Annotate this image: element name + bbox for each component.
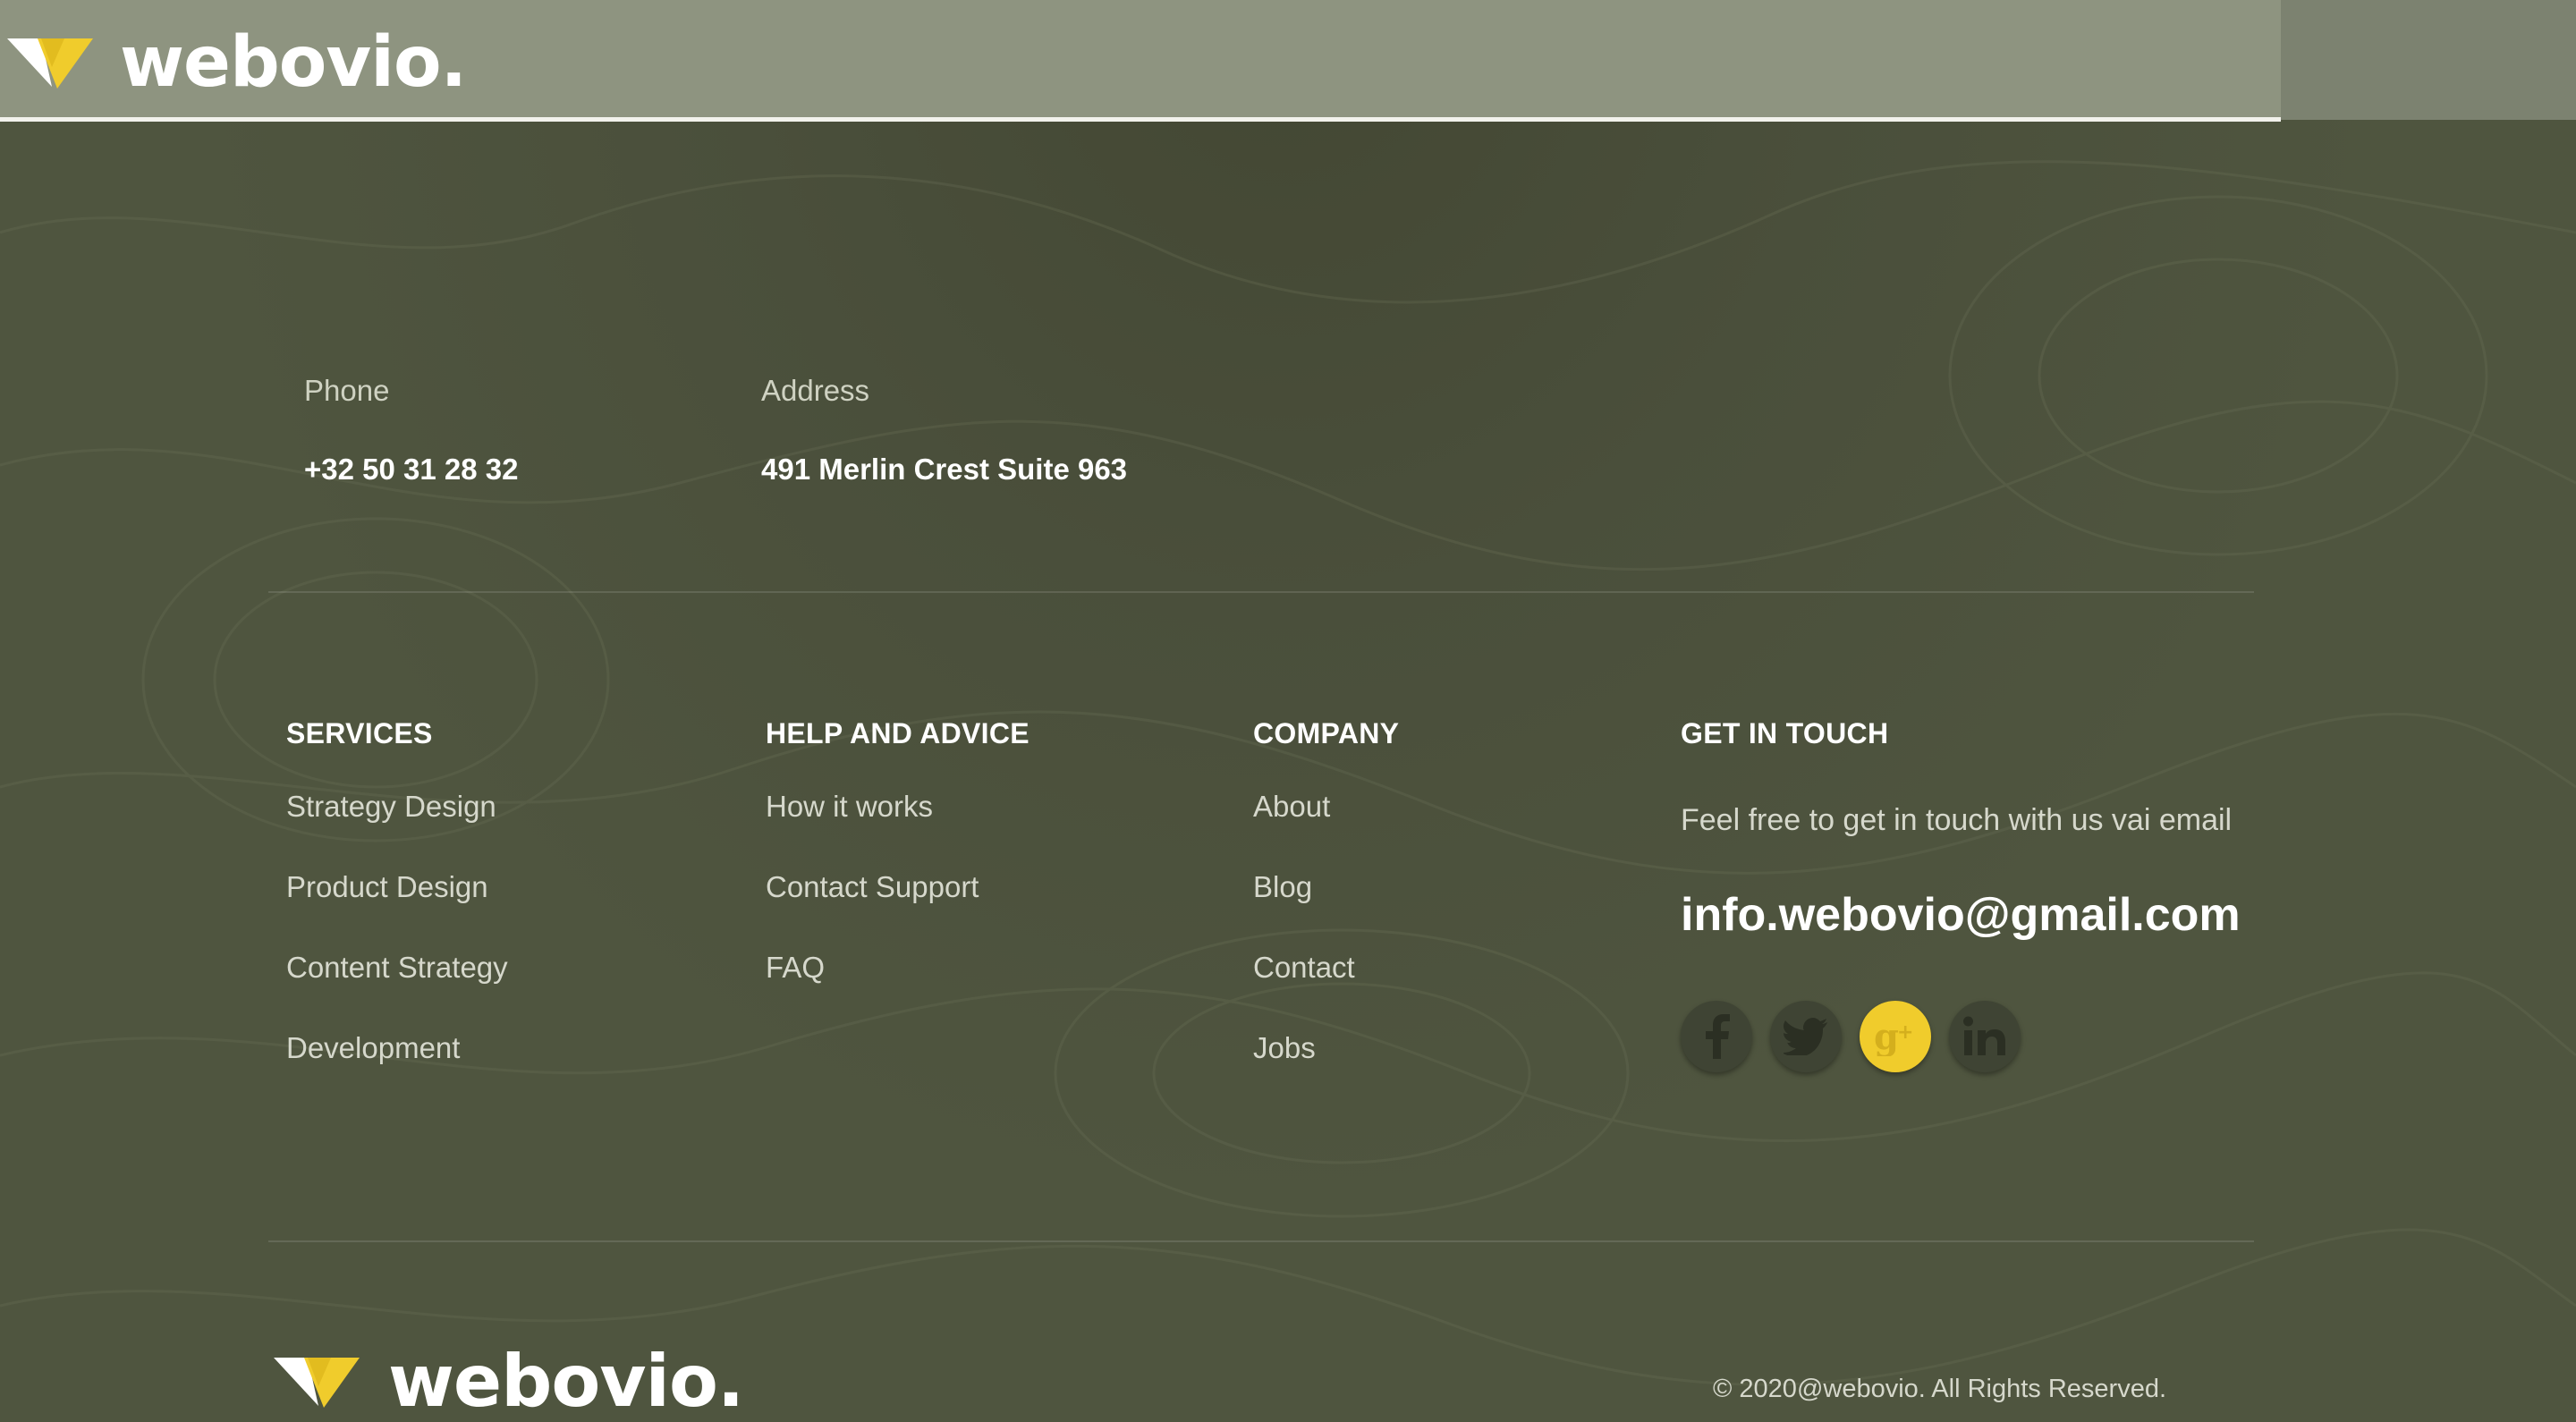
site-header: webovio. <box>0 0 2281 122</box>
address-label: Address <box>761 374 870 407</box>
menu-area <box>2281 0 2576 120</box>
phone-label: Phone <box>304 374 390 407</box>
header-logo[interactable]: webovio. <box>5 22 467 103</box>
logo-mark-icon <box>7 38 93 89</box>
column-heading-services: SERVICES <box>286 717 433 749</box>
link-product-design[interactable]: Product Design <box>286 872 508 952</box>
column-heading-company: COMPANY <box>1253 717 1400 749</box>
link-strategy-design[interactable]: Strategy Design <box>286 791 508 872</box>
svg-text:g: g <box>1874 1017 1899 1056</box>
column-heading-get-in-touch: GET IN TOUCH <box>1681 717 1889 749</box>
twitter-icon[interactable] <box>1770 1001 1842 1072</box>
column-heading-help: HELP AND ADVICE <box>766 717 1030 749</box>
link-content-strategy[interactable]: Content Strategy <box>286 952 508 1033</box>
link-jobs[interactable]: Jobs <box>1253 1033 1399 1113</box>
divider <box>268 591 2254 593</box>
get-in-touch-text: Feel free to get in touch with us vai em… <box>1681 803 2233 837</box>
phone-value[interactable]: +32 50 31 28 32 <box>304 453 518 487</box>
google-plus-icon[interactable]: g + <box>1860 1001 1931 1072</box>
footer-logo[interactable]: webovio. <box>272 1340 744 1422</box>
divider <box>268 1240 2254 1242</box>
social-links: g + <box>1681 1001 2253 1072</box>
copyright-text: © 2020@webovio. All Rights Reserved. <box>1713 1375 2167 1403</box>
link-blog[interactable]: Blog <box>1253 872 1399 952</box>
footer-column-get-in-touch: GET IN TOUCH Feel free to get in touch w… <box>1681 717 2253 1072</box>
logo-wordmark: webovio. <box>120 22 467 103</box>
contact-address: Address 491 Merlin Crest Suite 963 <box>761 374 1127 487</box>
link-about[interactable]: About <box>1253 791 1399 872</box>
footer-column-company: COMPANY About Blog Contact Jobs <box>1253 717 1399 1113</box>
link-contact-support[interactable]: Contact Support <box>766 872 1030 952</box>
logo-wordmark: webovio. <box>388 1340 744 1422</box>
link-how-it-works[interactable]: How it works <box>766 791 1030 872</box>
footer-column-help: HELP AND ADVICE How it works Contact Sup… <box>766 717 1030 1033</box>
footer-column-services: SERVICES Strategy Design Product Design … <box>286 717 508 1113</box>
facebook-icon[interactable] <box>1681 1001 1752 1072</box>
topographic-pattern <box>0 160 2576 1386</box>
link-faq[interactable]: FAQ <box>766 952 1030 1033</box>
contact-phone: Phone +32 50 31 28 32 <box>304 374 518 487</box>
linkedin-icon[interactable] <box>1949 1001 2021 1072</box>
address-value: 491 Merlin Crest Suite 963 <box>761 453 1128 486</box>
svg-text:+: + <box>1897 1021 1913 1044</box>
link-development[interactable]: Development <box>286 1033 508 1113</box>
logo-mark-icon <box>274 1358 360 1408</box>
contact-email-link[interactable]: info.webovio@gmail.com <box>1681 888 2253 942</box>
link-contact[interactable]: Contact <box>1253 952 1399 1033</box>
